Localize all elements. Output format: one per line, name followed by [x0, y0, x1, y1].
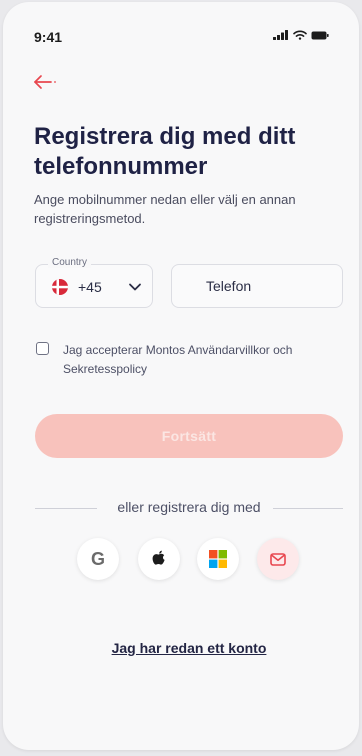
chevron-down-icon	[129, 283, 141, 291]
social-login-row: G	[3, 538, 359, 582]
back-button[interactable]	[33, 69, 63, 95]
continue-button[interactable]: Fortsätt	[35, 414, 343, 458]
status-icons	[273, 30, 329, 40]
apple-login-button[interactable]	[138, 538, 180, 580]
status-time: 9:41	[34, 29, 63, 45]
microsoft-icon	[209, 550, 227, 568]
existing-account-link[interactable]: Jag har redan ett konto	[3, 640, 359, 656]
social-divider: eller registrera dig med	[35, 498, 343, 518]
mail-icon	[270, 552, 286, 566]
arrow-left-icon	[34, 75, 56, 89]
signal-icon	[273, 30, 288, 40]
country-label: Country	[48, 257, 92, 268]
page-title: Registrera dig med ditt telefonnummer	[34, 123, 296, 180]
microsoft-login-button[interactable]	[197, 538, 239, 580]
divider-line-right	[273, 508, 343, 509]
denmark-flag-icon	[52, 279, 68, 295]
status-bar: 9:41	[3, 2, 359, 62]
wifi-icon	[293, 30, 307, 40]
google-login-button[interactable]: G	[77, 538, 119, 580]
battery-icon	[311, 31, 329, 39]
apple-icon	[152, 550, 165, 565]
country-code-select[interactable]: Country +45	[35, 257, 153, 308]
terms-checkbox[interactable]	[36, 342, 49, 355]
phone-screen: 9:41 Registrera dig med ditt telefonnumm…	[3, 2, 359, 750]
page-subtitle: Ange mobilnummer nedan eller välj en ann…	[34, 192, 296, 226]
google-icon: G	[90, 548, 105, 569]
email-login-button[interactable]	[257, 538, 299, 580]
dial-code: +45	[78, 279, 102, 295]
terms-label[interactable]: Jag accepterar Montos Användarvillkor oc…	[63, 341, 341, 379]
phone-number-input[interactable]	[171, 264, 343, 308]
divider-text: eller registrera dig med	[117, 499, 261, 515]
